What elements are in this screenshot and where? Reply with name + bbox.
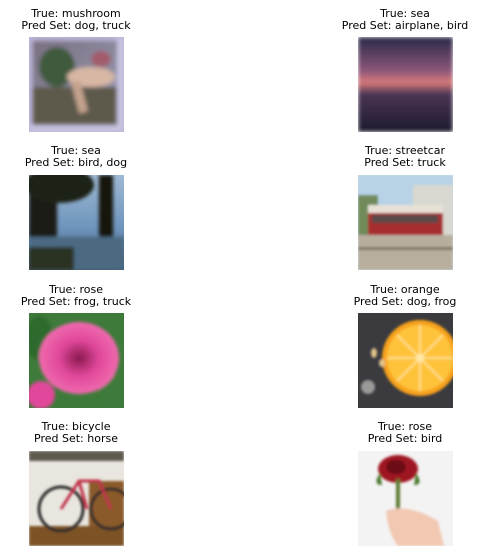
sample-8-caption: True: rose Pred Set: bird	[305, 421, 479, 445]
pred-set-label: Pred Set: bird	[367, 432, 443, 445]
sample-6-caption: True: orange Pred Set: dog, frog	[305, 284, 479, 308]
sea-trees-image	[29, 175, 124, 270]
pred-set-label: Pred Set: bird, dog	[24, 156, 128, 169]
sample-3-caption: True: sea Pred Set: bird, dog	[0, 145, 176, 169]
sample-2-caption: True: sea Pred Set: airplane, bird	[305, 8, 479, 32]
pred-set-label: Pred Set: frog, truck	[20, 295, 132, 308]
sample-5-caption: True: rose Pred Set: frog, truck	[0, 284, 176, 308]
pred-set-label: Pred Set: dog, frog	[353, 295, 457, 308]
pred-set-label: Pred Set: horse	[34, 432, 118, 445]
pink-rose-image	[29, 313, 124, 408]
sample-4-caption: True: streetcar Pred Set: truck	[305, 145, 479, 169]
bicycle-image	[29, 451, 124, 546]
sea-sunset-image	[358, 37, 453, 132]
pred-set-label: Pred Set: truck	[364, 156, 446, 169]
pred-set-label: Pred Set: dog, truck	[21, 19, 131, 32]
orange-slice-image	[358, 313, 453, 408]
sample-1-caption: True: mushroom Pred Set: dog, truck	[0, 8, 176, 32]
mushroom-image	[29, 37, 124, 132]
streetcar-image	[358, 175, 453, 270]
sample-7-caption: True: bicycle Pred Set: horse	[0, 421, 176, 445]
pred-set-label: Pred Set: airplane, bird	[341, 19, 469, 32]
red-rose-hand-image	[358, 451, 453, 546]
